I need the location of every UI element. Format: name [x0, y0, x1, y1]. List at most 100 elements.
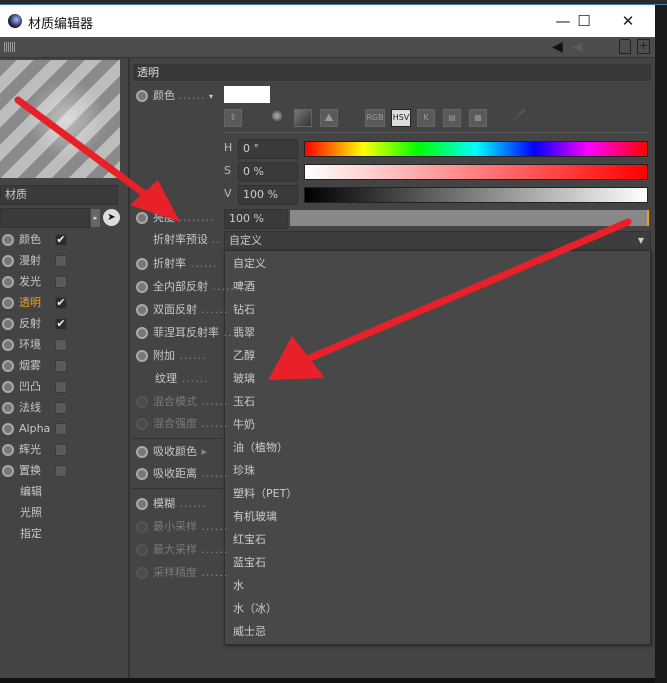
property-label: 模糊	[153, 497, 175, 510]
property-label: 最大采样	[153, 543, 197, 556]
property-label: 混合模式	[153, 395, 197, 408]
property-row[interactable]: 吸收颜色 ▸	[136, 442, 208, 462]
radio-icon[interactable]	[2, 318, 14, 330]
radio-icon[interactable]	[136, 498, 148, 510]
property-row[interactable]: 纹理 ......	[136, 369, 208, 389]
channel-1[interactable]: 颜色	[2, 230, 41, 250]
property-row[interactable]: 附加 ......	[136, 346, 206, 366]
property-row[interactable]: 模糊 ......	[136, 494, 206, 514]
property-row[interactable]: 菲涅耳反射率 ......	[136, 323, 250, 343]
property-row[interactable]: 全内部反射 ......	[136, 277, 239, 297]
channel-label: 漫射	[19, 254, 41, 267]
property-row[interactable]: 采样精度 ......	[136, 563, 228, 583]
dots: ▸	[197, 445, 209, 458]
channel-checkbox[interactable]: ✔	[55, 234, 67, 246]
channel-4[interactable]: 透明	[2, 293, 41, 313]
channel-label: 反射	[19, 317, 41, 330]
channel-checkbox[interactable]	[55, 339, 67, 351]
radio-icon[interactable]	[136, 350, 148, 362]
radio-icon[interactable]	[136, 327, 148, 339]
channel-label: 颜色	[19, 233, 41, 246]
property-row[interactable]: 混合模式 ......	[136, 392, 228, 412]
dots: ......	[197, 566, 229, 579]
channel-9[interactable]: 法线	[2, 398, 41, 418]
property-label: 菲涅耳反射率	[153, 326, 219, 339]
dots: ......	[208, 280, 240, 293]
radio-icon[interactable]	[2, 339, 14, 351]
sidebar-item[interactable]: 光照	[20, 503, 42, 523]
channel-checkbox[interactable]	[55, 465, 67, 477]
radio-icon[interactable]	[2, 360, 14, 372]
property-row[interactable]: 最大采样 ......	[136, 540, 228, 560]
channel-10[interactable]: Alpha	[2, 419, 50, 439]
channel-11[interactable]: 辉光	[2, 440, 41, 460]
channel-6[interactable]: 环境	[2, 335, 41, 355]
dots: ......	[175, 349, 207, 362]
radio-icon[interactable]	[2, 255, 14, 267]
radio-icon[interactable]	[2, 444, 14, 456]
radio-icon[interactable]	[2, 423, 14, 435]
radio-icon[interactable]	[2, 465, 14, 477]
sidebar-item[interactable]: 编辑	[20, 482, 42, 502]
dots: ......	[219, 326, 251, 339]
channel-label: 置换	[19, 464, 41, 477]
channel-2[interactable]: 漫射	[2, 251, 41, 271]
channel-label: 透明	[19, 296, 41, 309]
radio-icon[interactable]	[136, 468, 148, 480]
dots: ......	[177, 372, 209, 385]
radio-icon[interactable]	[136, 396, 148, 408]
channel-checkbox[interactable]	[55, 255, 67, 267]
channel-8[interactable]: 凹凸	[2, 377, 41, 397]
channel-checkbox[interactable]	[55, 444, 67, 456]
radio-icon[interactable]	[2, 402, 14, 414]
channel-7[interactable]: 烟雾	[2, 356, 41, 376]
radio-icon[interactable]	[136, 258, 148, 270]
radio-icon[interactable]	[136, 521, 148, 533]
dots: ......	[197, 417, 229, 430]
property-label: 吸收距离	[153, 467, 197, 480]
dots: ......	[197, 303, 229, 316]
property-row[interactable]: 吸收距离 ......	[136, 464, 228, 484]
property-row[interactable]: 混合强度 ......	[136, 414, 228, 434]
annotation-arrows	[14, 96, 632, 380]
channel-checkbox[interactable]: ✔	[55, 318, 67, 330]
channel-checkbox[interactable]	[55, 381, 67, 393]
channel-12[interactable]: 置换	[2, 461, 41, 481]
radio-icon[interactable]	[136, 418, 148, 430]
radio-icon[interactable]	[136, 281, 148, 293]
property-label: 全内部反射	[153, 280, 208, 293]
channel-checkbox[interactable]	[55, 276, 67, 288]
dots: ......	[197, 543, 229, 556]
property-row[interactable]: 双面反射 ......	[136, 300, 228, 320]
radio-icon[interactable]	[2, 276, 14, 288]
radio-icon[interactable]	[2, 234, 14, 246]
channel-label: 烟雾	[19, 359, 41, 372]
radio-icon[interactable]	[136, 567, 148, 579]
dots: ......	[197, 467, 229, 480]
channel-5[interactable]: 反射	[2, 314, 41, 334]
radio-icon[interactable]	[136, 446, 148, 458]
channel-checkbox[interactable]	[55, 360, 67, 372]
arrow-annotation	[14, 96, 180, 222]
arrow-annotation	[268, 218, 632, 380]
radio-icon[interactable]	[2, 297, 14, 309]
property-label: 纹理	[155, 372, 177, 385]
dots: ......	[186, 257, 218, 270]
channel-label: 发光	[19, 275, 41, 288]
dots: ......	[175, 497, 207, 510]
radio-icon[interactable]	[136, 304, 148, 316]
channel-label: 凹凸	[19, 380, 41, 393]
property-row[interactable]: 折射率 ......	[136, 254, 217, 274]
channel-3[interactable]: 发光	[2, 272, 41, 292]
radio-icon[interactable]	[2, 381, 14, 393]
property-label: 吸收颜色	[153, 445, 197, 458]
property-row[interactable]: 最小采样 ......	[136, 517, 228, 537]
sidebar-item[interactable]: 指定	[20, 524, 42, 544]
channel-checkbox[interactable]	[55, 402, 67, 414]
channel-checkbox[interactable]: ✔	[55, 297, 67, 309]
property-label: 附加	[153, 349, 175, 362]
channel-checkbox[interactable]	[55, 423, 67, 435]
radio-icon[interactable]	[136, 544, 148, 556]
property-label: 折射率	[153, 257, 186, 270]
property-label: 混合强度	[153, 417, 197, 430]
